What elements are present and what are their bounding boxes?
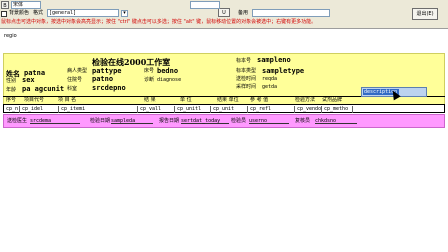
bed-field[interactable]: bedno	[157, 67, 178, 75]
checker-label[interactable]: 检验员	[231, 118, 246, 124]
pattype-field[interactable]: pattype	[92, 67, 122, 75]
name-label[interactable]: 姓名	[6, 70, 20, 78]
get-date-label[interactable]: 采样时间	[236, 84, 256, 90]
sender-label[interactable]: 送检医生	[7, 118, 27, 124]
detail-cell[interactable]: cp_itemi	[60, 106, 138, 113]
pattype-label[interactable]: 病人类型	[67, 68, 87, 74]
font-size-input[interactable]	[190, 1, 220, 9]
region-label: regio	[4, 33, 17, 39]
detail-cell[interactable]: cp_vendo	[296, 106, 322, 113]
sample-no-field[interactable]: samplenо	[257, 56, 291, 64]
sample-date-label[interactable]: 检验日期	[90, 118, 110, 124]
sampletype-field[interactable]: sampletype	[262, 67, 304, 75]
report-footer-band[interactable]: 送检医生 srcdema 检验日期 sampleda 报告日期 sertdat_…	[3, 114, 445, 128]
column-header[interactable]: 项 目 名	[57, 97, 107, 104]
detail-row[interactable]: cp_n cp_idel cp_itemi cp_vall cp_unitl c…	[3, 104, 445, 113]
column-header[interactable]: 序号	[5, 97, 21, 104]
hint-text: 鼠标点击可选中对象，按选中对象会高亮显示；按住 "ctrl" 键点击可以多选；按…	[1, 19, 317, 25]
sender-field[interactable]: srcdema	[30, 118, 80, 124]
report-date-label[interactable]: 报告日期	[159, 118, 179, 124]
toolbar: B 宋体 背景颜色 格式 [general] ▾ U 备用 退出(E) 鼠标点击…	[0, 0, 448, 29]
bold-button[interactable]: B	[1, 1, 9, 9]
detail-cell[interactable]: cp_n	[5, 106, 20, 113]
diagnose-label[interactable]: 诊断	[144, 77, 154, 83]
sex-label[interactable]: 性别	[6, 78, 16, 84]
age-field[interactable]: pa agcunit	[22, 85, 64, 93]
age-label[interactable]: 年龄	[6, 87, 16, 93]
underline-button[interactable]: U	[218, 8, 230, 17]
format-label: 格式	[33, 10, 44, 16]
bg-color-checkbox[interactable]	[1, 11, 7, 17]
column-header[interactable]: 结 果	[143, 97, 173, 104]
inpatient-no-label[interactable]: 住院号	[67, 77, 82, 83]
sample-no-label[interactable]: 标本号	[236, 58, 251, 64]
column-header[interactable]: 结果 单位	[216, 97, 242, 104]
checker-field[interactable]: userno	[249, 118, 289, 124]
diagnose-field[interactable]: diagnose	[157, 77, 181, 83]
sex-field[interactable]: sex	[22, 76, 35, 84]
section-label[interactable]: 科室	[67, 86, 77, 92]
design-canvas[interactable]: regio 检验在线2000工作室 标本号 samplenо 姓名 patna …	[0, 29, 448, 252]
inpatient-no-field[interactable]: patno	[92, 75, 113, 83]
exit-button[interactable]: 退出(E)	[412, 8, 438, 20]
column-header[interactable]: 单 位	[179, 97, 209, 104]
detail-cell[interactable]: cp_vall	[139, 106, 175, 113]
column-header[interactable]: 参 考 值	[249, 97, 285, 104]
section-field[interactable]: srcdepno	[92, 84, 126, 92]
detail-cell[interactable]: cp_refl	[249, 106, 295, 113]
column-header[interactable]: 检验方法	[294, 97, 320, 104]
req-date-field[interactable]: reqda	[262, 76, 277, 82]
req-date-label[interactable]: 送检时间	[236, 76, 256, 82]
sample-date-field[interactable]: sampleda	[111, 118, 153, 124]
column-header[interactable]: 试剂品牌	[321, 97, 351, 104]
detail-cell[interactable]: cp_unitl	[176, 106, 211, 113]
report-date-field[interactable]: sertdat_today	[181, 118, 229, 124]
font-select[interactable]: 宋体	[11, 1, 41, 9]
reviewer-label[interactable]: 复核员	[295, 118, 310, 124]
reviewer-field[interactable]: chkdsno	[315, 118, 357, 124]
column-header[interactable]: 项目代号	[23, 97, 53, 104]
format-dropdown-icon[interactable]: ▾	[121, 10, 128, 17]
detail-cell[interactable]: cp_metho	[323, 106, 353, 113]
remark-input[interactable]	[252, 9, 330, 17]
sampletype-label[interactable]: 标本类型	[236, 68, 256, 74]
detail-cell[interactable]: cp_idel	[21, 106, 59, 113]
bg-color-label: 背景颜色	[9, 10, 30, 16]
remark-label: 备用	[238, 10, 249, 16]
format-select[interactable]: [general]	[47, 9, 119, 17]
bed-label[interactable]: 床号	[144, 68, 154, 74]
detail-cell[interactable]: cp_unit	[212, 106, 248, 113]
get-date-field[interactable]: getda	[262, 84, 277, 90]
